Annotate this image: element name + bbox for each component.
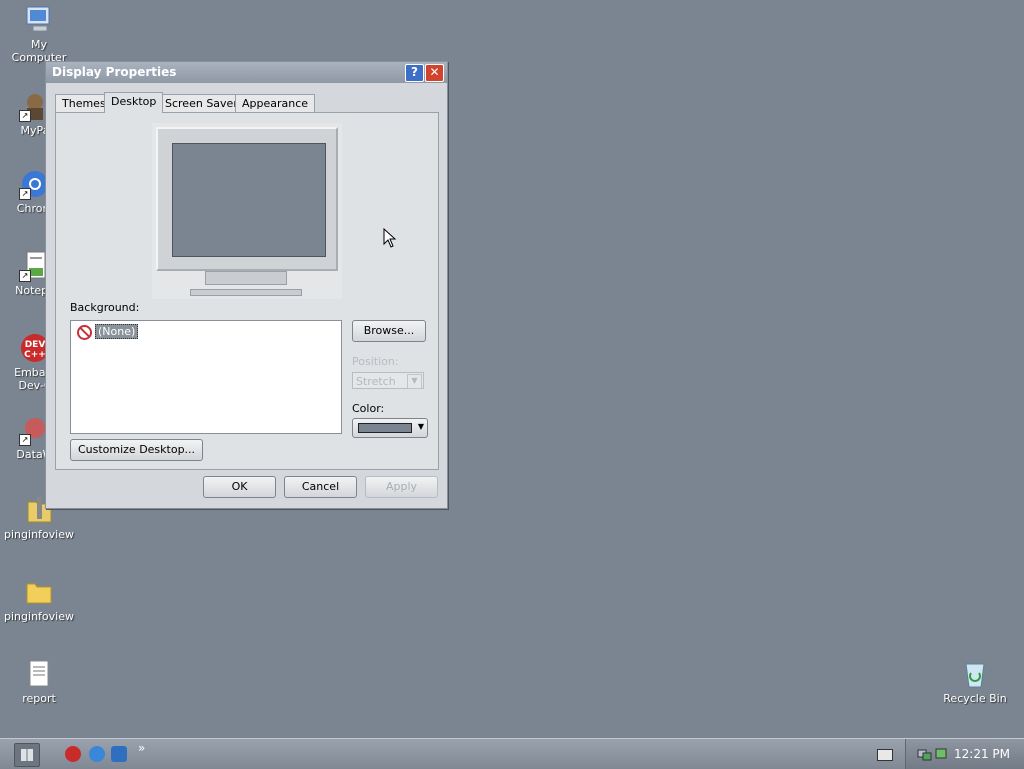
position-label: Position:: [352, 355, 399, 368]
window-titlebar[interactable]: Display Properties ? ✕: [46, 62, 447, 83]
clock[interactable]: 12:21 PM: [954, 739, 1010, 769]
cancel-button[interactable]: Cancel: [284, 476, 357, 498]
network-icon-2[interactable]: [934, 746, 950, 762]
list-item[interactable]: (None): [77, 324, 139, 340]
desktop-icon-recycle-bin[interactable]: Recycle Bin: [935, 658, 1015, 705]
color-label: Color:: [352, 402, 385, 415]
desktop-icon-my-computer[interactable]: My Computer: [0, 4, 79, 64]
color-picker-button[interactable]: ▼: [352, 418, 428, 438]
help-icon: ?: [411, 65, 418, 79]
mouse-cursor-icon: [383, 228, 397, 248]
recycle-bin-icon: [959, 658, 991, 690]
position-select[interactable]: Stretch ▼: [352, 372, 424, 389]
color-swatch: [358, 423, 412, 433]
display-properties-window: Display Properties ? ✕ Themes Desktop Sc…: [45, 61, 448, 509]
shortcut-arrow-icon: ↗: [19, 188, 31, 200]
quicklaunch-ie-icon[interactable]: [89, 746, 105, 762]
quicklaunch-outlook-icon[interactable]: [111, 746, 127, 762]
none-icon: [77, 324, 92, 340]
taskbar: » 12:21 PM: [0, 738, 1024, 769]
shortcut-arrow-icon: ↗: [19, 270, 31, 282]
chevron-down-icon: ▼: [407, 374, 422, 389]
customize-desktop-button[interactable]: Customize Desktop...: [70, 439, 203, 461]
tab-appearance[interactable]: Appearance: [235, 94, 316, 112]
monitor-preview: [152, 123, 342, 299]
tab-desktop[interactable]: Desktop: [104, 92, 164, 113]
quicklaunch-overflow-icon[interactable]: »: [138, 741, 145, 755]
background-listbox[interactable]: (None): [70, 320, 342, 434]
apply-button[interactable]: Apply: [365, 476, 438, 498]
system-tray: 12:21 PM: [905, 739, 1024, 769]
monitor-bezel: [156, 127, 338, 271]
chevron-down-icon: ▼: [417, 422, 424, 431]
start-button[interactable]: [14, 743, 40, 767]
desktop-icon-report[interactable]: report: [0, 658, 79, 705]
text-document-icon: [23, 658, 55, 690]
shortcut-arrow-icon: ↗: [19, 434, 31, 446]
background-label: Background:: [70, 301, 140, 314]
svg-text:C++: C++: [24, 350, 46, 360]
computer-icon: [23, 4, 55, 36]
shortcut-arrow-icon: ↗: [19, 110, 31, 122]
help-button[interactable]: ?: [405, 64, 424, 82]
monitor-foot: [190, 289, 302, 296]
close-button[interactable]: ✕: [425, 64, 444, 82]
desktop-icon-pinginfoview-folder[interactable]: pinginfoview: [0, 576, 79, 623]
desktop-tab-panel: Background: (None) Browse... Position: S…: [55, 112, 439, 470]
quicklaunch-devcpp-icon[interactable]: [65, 746, 81, 762]
network-icon[interactable]: [916, 746, 932, 762]
monitor-screen-preview: [172, 143, 326, 257]
svg-text:DEV: DEV: [25, 340, 46, 350]
close-icon: ✕: [429, 65, 440, 79]
keyboard-icon[interactable]: [877, 749, 893, 761]
folder-icon: [23, 576, 55, 608]
window-title: Display Properties: [52, 65, 177, 79]
tab-screen-saver[interactable]: Screen Saver: [158, 94, 245, 112]
browse-button[interactable]: Browse...: [352, 320, 426, 342]
ok-button[interactable]: OK: [203, 476, 276, 498]
monitor-neck: [205, 271, 287, 285]
